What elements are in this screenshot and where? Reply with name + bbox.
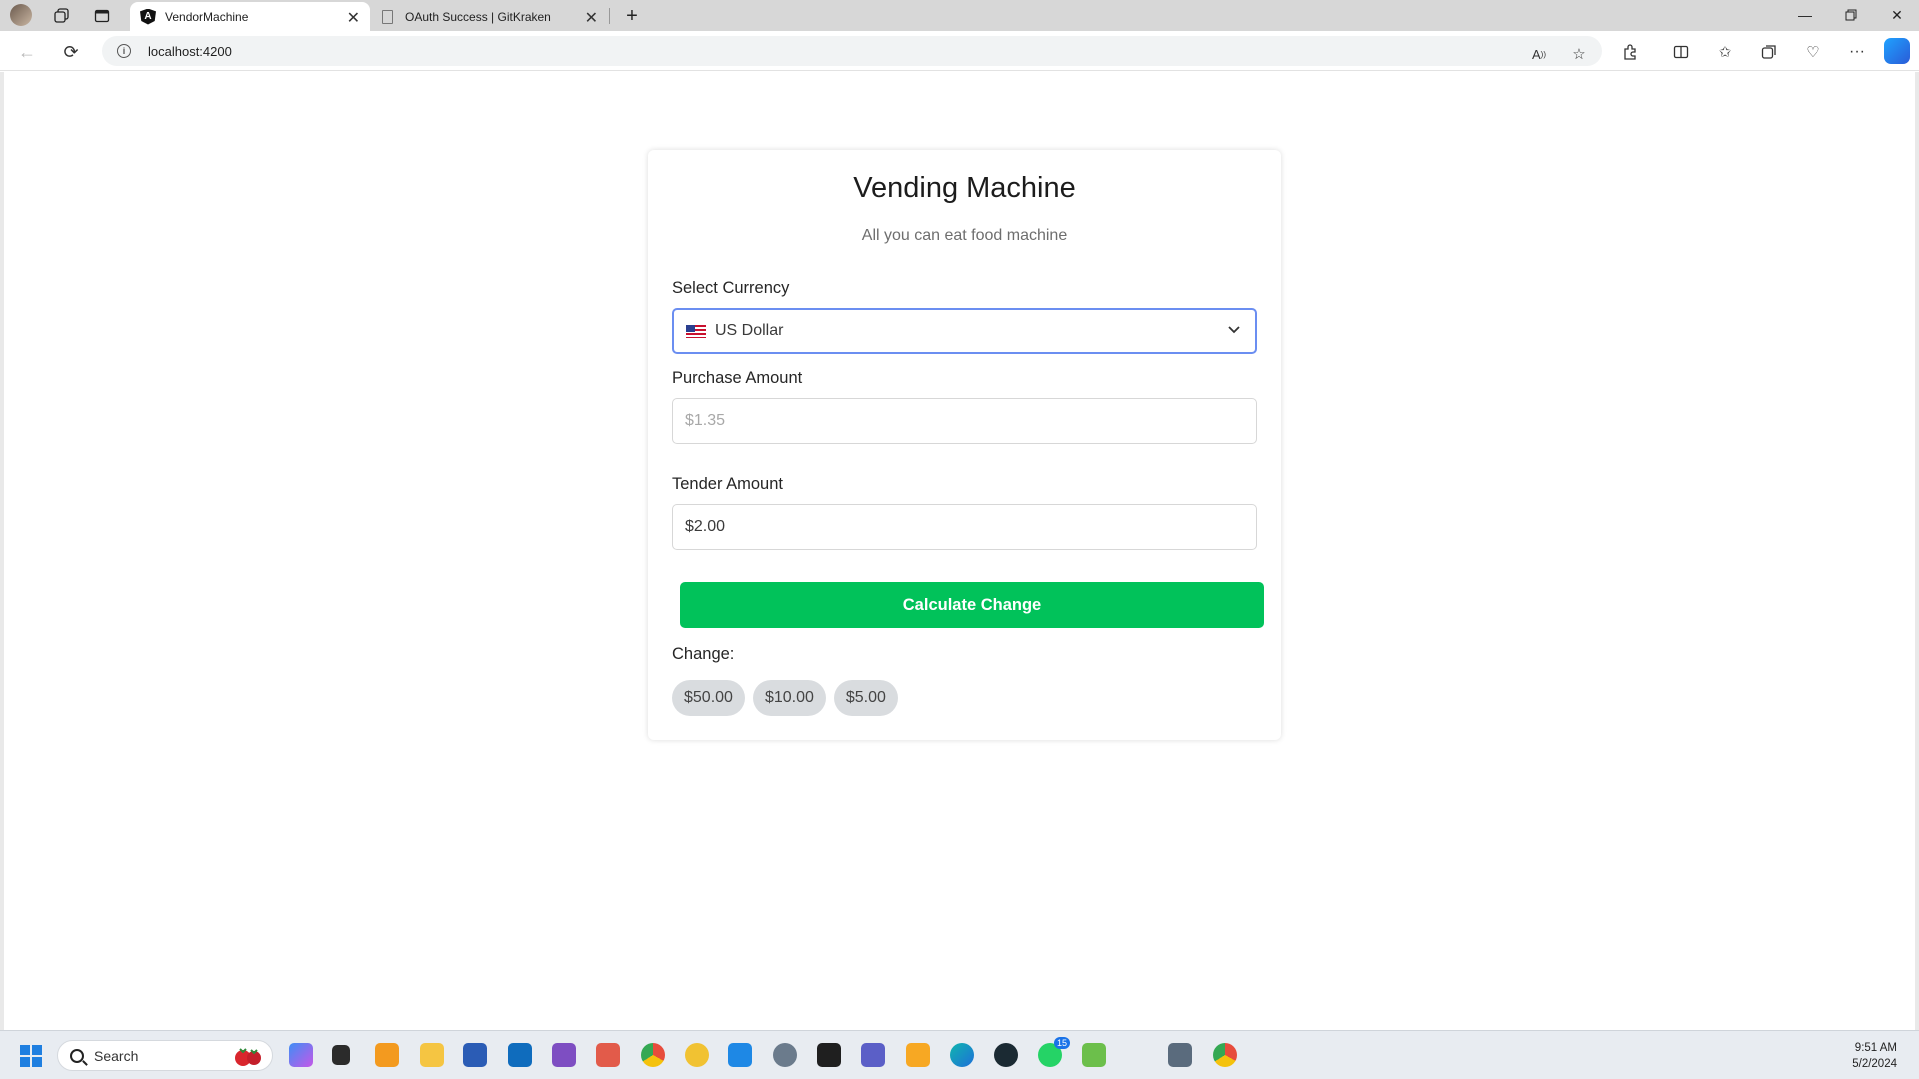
browser-essentials-icon[interactable]: ♡ [1800, 39, 1826, 65]
split-screen-icon[interactable] [1668, 39, 1694, 65]
address-bar-row: ← ⟳ i localhost:4200 A)) ☆ ✩ ♡ ··· [0, 31, 1919, 71]
us-flag-icon [686, 324, 706, 338]
close-tab-icon[interactable]: ✕ [347, 8, 360, 28]
clock-date: 5/2/2024 [1852, 1058, 1897, 1070]
browser-tab-bar: A VendorMachine ✕ OAuth Success | GitKra… [0, 0, 1919, 31]
terminal-app-icon[interactable] [332, 1045, 350, 1065]
currency-select[interactable]: US Dollar [672, 308, 1257, 354]
tab-divider [609, 8, 610, 24]
vscode-icon[interactable] [728, 1043, 752, 1067]
copilot-icon[interactable] [1884, 38, 1910, 64]
word-icon[interactable] [463, 1043, 487, 1067]
chrome-canary-icon[interactable] [1213, 1043, 1237, 1067]
calendar-app-icon[interactable] [596, 1043, 620, 1067]
refresh-icon[interactable]: ⟳ [58, 39, 84, 65]
tender-amount-label: Tender Amount [672, 475, 783, 493]
calculate-change-button[interactable]: Calculate Change [680, 582, 1264, 628]
windows-start-icon[interactable] [20, 1045, 42, 1067]
settings-more-icon[interactable]: ··· [1844, 39, 1870, 65]
tab-oauth-success[interactable]: OAuth Success | GitKraken ✕ [372, 2, 608, 31]
search-icon [70, 1048, 84, 1063]
read-aloud-icon[interactable]: A)) [1526, 41, 1552, 67]
strawberry-icon [235, 1048, 261, 1066]
collections-icon[interactable] [1756, 39, 1782, 65]
gitkraken-icon[interactable] [994, 1043, 1018, 1067]
system-clock[interactable]: 9:51 AM 5/2/2024 [1852, 1040, 1897, 1072]
extensions-icon[interactable] [1617, 39, 1643, 65]
angular-favicon-icon: A [140, 8, 156, 25]
purchase-amount-label: Purchase Amount [672, 369, 803, 387]
taskbar: Search 15 9:51 AM 5/2/2024 [0, 1030, 1919, 1079]
tender-amount-value: $2.00 [685, 518, 726, 535]
clock-time: 9:51 AM [1854, 1042, 1897, 1054]
tab-title: VendorMachine [165, 9, 249, 24]
calculator-icon[interactable] [1168, 1043, 1192, 1067]
currency-label: Select Currency [672, 279, 790, 297]
sublime-app-icon[interactable] [375, 1043, 399, 1067]
close-window-icon[interactable]: ✕ [1882, 4, 1912, 26]
page-viewport: Vending Machine All you can eat food mac… [0, 72, 1919, 1030]
vending-card: Vending Machine All you can eat food mac… [648, 150, 1281, 740]
notepad-icon[interactable] [1082, 1043, 1106, 1067]
tab-title: OAuth Success | GitKraken [405, 9, 551, 24]
taskbar-search-placeholder: Search [94, 1047, 139, 1064]
change-list: $50.00 $10.00 $5.00 [672, 680, 898, 716]
copilot-app-icon[interactable] [289, 1043, 313, 1067]
vertical-tabs-icon[interactable] [90, 4, 114, 28]
tender-amount-input[interactable]: $2.00 [672, 504, 1257, 550]
change-label: Change: [672, 645, 735, 663]
site-info-icon[interactable]: i [117, 44, 131, 58]
outlook-icon[interactable] [508, 1043, 532, 1067]
workspaces-icon[interactable] [50, 4, 74, 28]
url-field[interactable]: i localhost:4200 A)) ☆ [102, 36, 1602, 66]
app-icon-orange[interactable] [906, 1043, 930, 1067]
chrome-icon[interactable] [641, 1043, 665, 1067]
change-chip: $5.00 [833, 680, 898, 716]
tab-vendormachine[interactable]: A VendorMachine ✕ [130, 2, 370, 31]
change-chip: $50.00 [672, 680, 745, 716]
chevron-down-icon [1228, 326, 1240, 334]
back-icon[interactable]: ← [14, 39, 40, 65]
edge-icon[interactable] [950, 1043, 974, 1067]
page-title: Vending Machine [853, 172, 1076, 204]
favorites-icon[interactable]: ✩ [1712, 39, 1738, 65]
close-tab-icon[interactable]: ✕ [585, 8, 598, 28]
purchase-amount-input[interactable]: $1.35 [672, 398, 1257, 444]
new-tab-icon[interactable]: + [620, 4, 644, 28]
minimize-icon[interactable]: — [1790, 4, 1820, 26]
visual-studio-icon[interactable] [552, 1043, 576, 1067]
whatsapp-badge: 15 [1053, 1037, 1070, 1049]
taskbar-search[interactable]: Search [57, 1040, 273, 1071]
url-text[interactable]: localhost:4200 [148, 44, 232, 59]
currency-selected-value: US Dollar [715, 322, 784, 339]
restore-icon[interactable] [1836, 4, 1866, 26]
app-icon-gray[interactable] [773, 1043, 797, 1067]
teams-icon[interactable] [861, 1043, 885, 1067]
change-chip: $10.00 [752, 680, 826, 716]
profile-avatar[interactable] [10, 4, 32, 26]
whatsapp-icon[interactable]: 15 [1038, 1037, 1070, 1067]
file-explorer-icon[interactable] [420, 1043, 444, 1067]
favorite-star-icon[interactable]: ☆ [1566, 41, 1592, 67]
purchase-amount-placeholder: $1.35 [685, 412, 726, 429]
page-subtitle: All you can eat food machine [861, 227, 1068, 244]
document-favicon-icon [382, 9, 393, 24]
powershell-icon[interactable] [817, 1043, 841, 1067]
app-icon-gold[interactable] [685, 1043, 709, 1067]
